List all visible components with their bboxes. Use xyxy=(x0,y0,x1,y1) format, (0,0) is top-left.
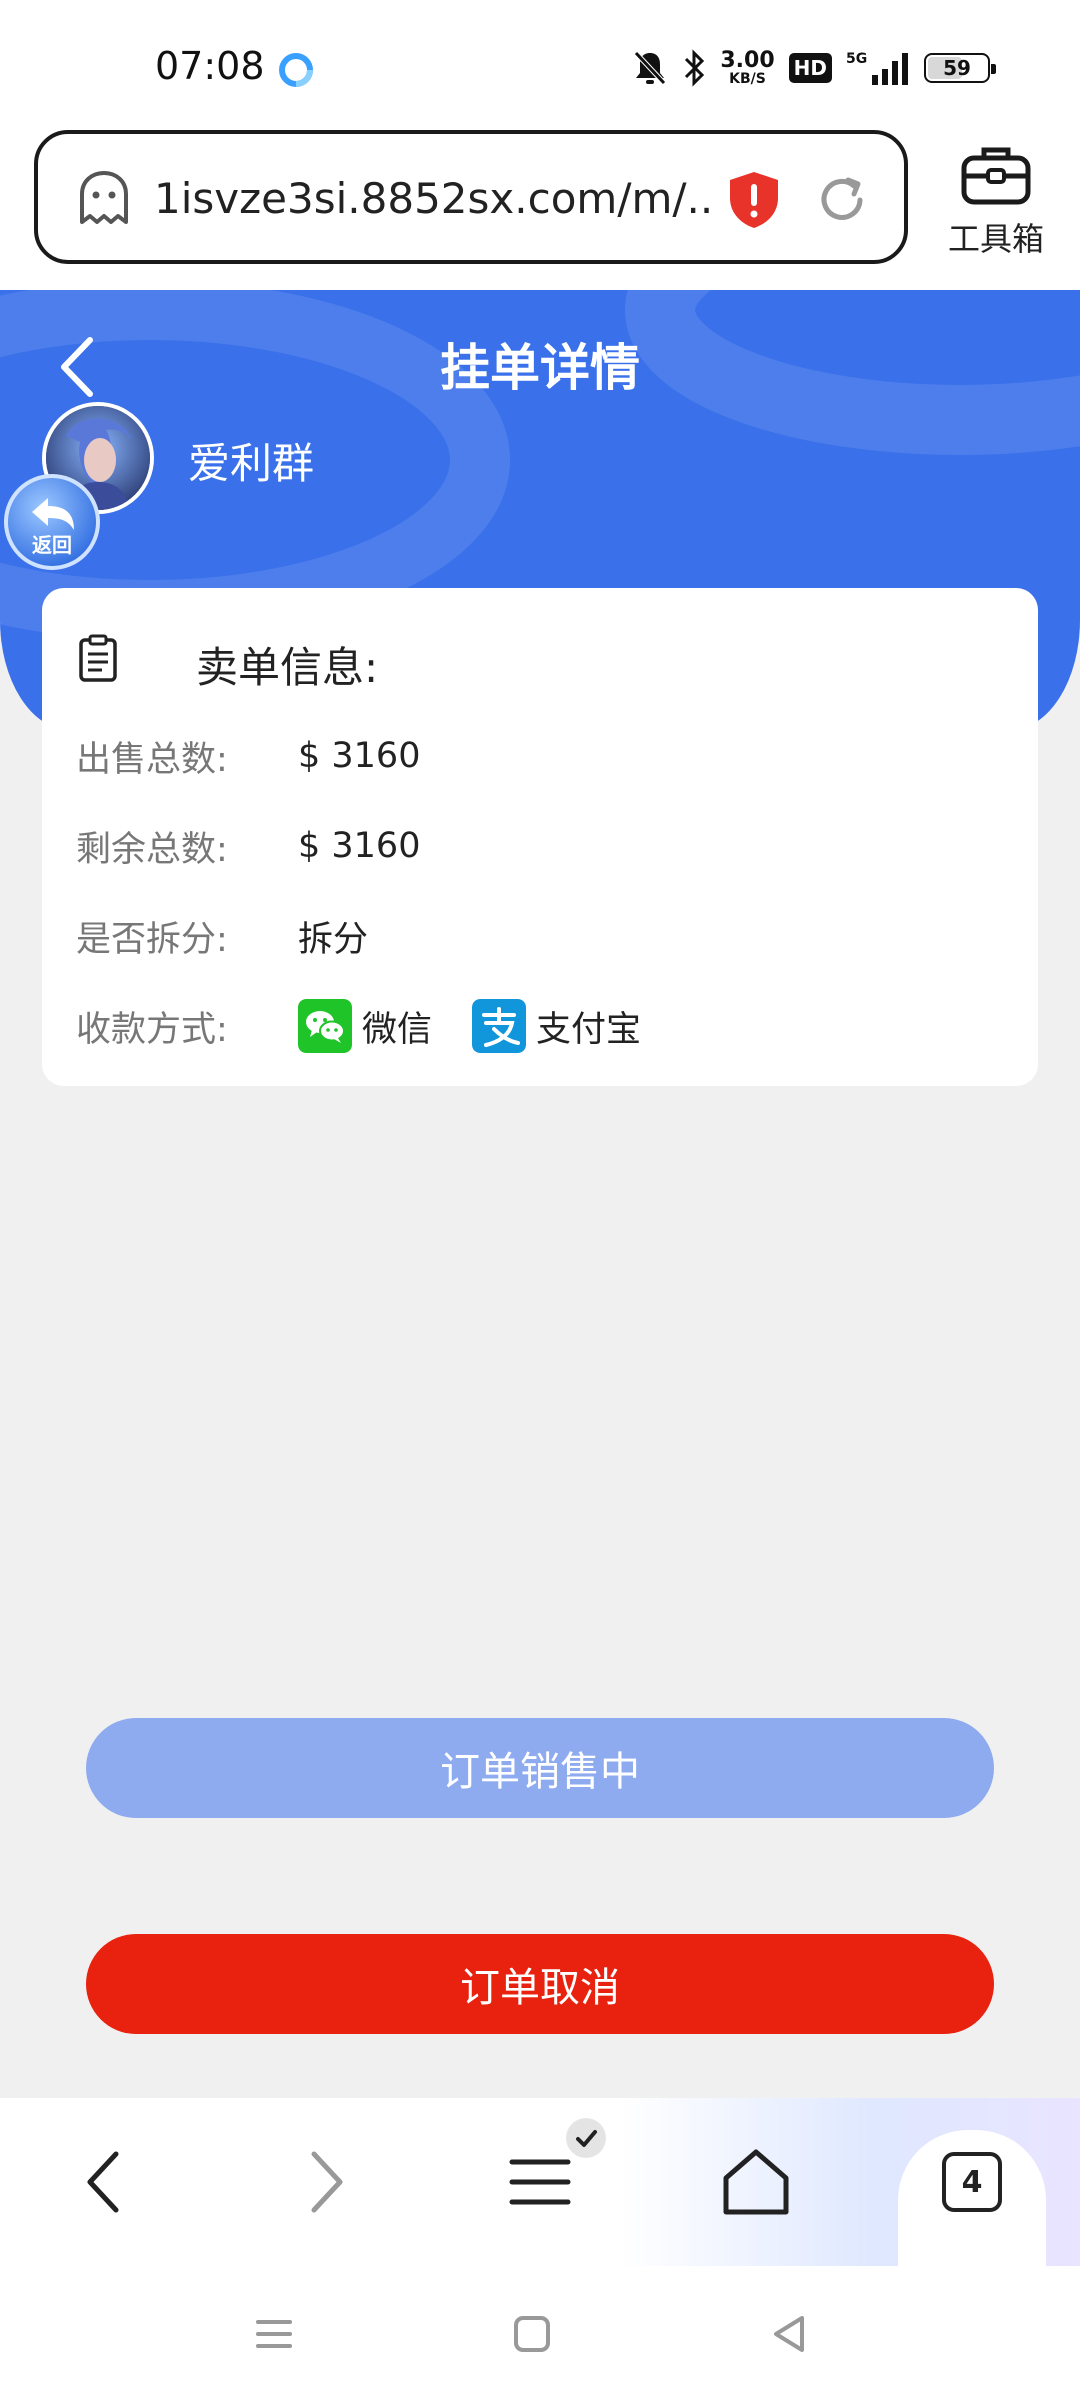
tabs-button[interactable]: 4 xyxy=(898,2130,1046,2266)
toolbox-icon xyxy=(961,147,1031,205)
payment-label-wechat: 微信 xyxy=(362,1009,433,1050)
info-label: 收款方式: xyxy=(76,1009,228,1050)
status-bar: 07:08 3.00 KB/S HD 5G 59 xyxy=(0,0,1080,130)
floating-back-button[interactable]: 返回 xyxy=(2,472,102,572)
signal-5g-icon: 5G xyxy=(846,51,908,85)
browser-address-row: 1isvze3si.8852sx.com/m/... 工具箱 xyxy=(0,130,1080,290)
system-home-icon[interactable] xyxy=(508,2310,556,2358)
reload-icon[interactable] xyxy=(814,172,870,228)
info-row-payment-methods: 收款方式: 微信 支付宝 xyxy=(76,996,681,1056)
browser-forward-icon[interactable] xyxy=(284,2142,364,2222)
security-warning-shield-icon[interactable] xyxy=(726,170,782,230)
card-title: 卖单信息: xyxy=(196,643,379,692)
browser-app-icon xyxy=(279,53,313,87)
browser-home-icon[interactable] xyxy=(716,2142,796,2222)
cancel-order-button[interactable]: 订单取消 xyxy=(86,1934,994,2034)
alipay-icon xyxy=(472,999,527,1053)
order-selling-status-button[interactable]: 订单销售中 xyxy=(86,1718,994,1818)
browser-back-icon[interactable] xyxy=(66,2142,146,2222)
check-badge-icon xyxy=(566,2118,606,2158)
payment-method-alipay: 支付宝 xyxy=(472,999,641,1053)
user-name: 爱利群 xyxy=(188,439,315,488)
sell-order-info-card: 卖单信息: 出售总数: $ 3160 剩余总数: $ 3160 是否拆分: 拆分… xyxy=(42,588,1038,1086)
browser-menu-icon[interactable] xyxy=(500,2142,580,2222)
info-label: 是否拆分: xyxy=(76,919,228,960)
page-title: 挂单详情 xyxy=(440,339,640,397)
payment-method-wechat: 微信 xyxy=(298,999,432,1053)
recent-apps-icon[interactable] xyxy=(250,2310,298,2358)
wechat-icon xyxy=(298,999,352,1053)
url-text[interactable]: 1isvze3si.8852sx.com/m/... xyxy=(154,174,714,223)
info-row-split: 是否拆分: 拆分 xyxy=(76,906,368,966)
hd-badge: HD xyxy=(788,53,832,83)
info-value: 拆分 xyxy=(298,919,369,960)
toolbox-label: 工具箱 xyxy=(947,220,1044,258)
battery-indicator: 59 xyxy=(924,53,996,83)
browser-bottom-toolbar: 4 xyxy=(0,2098,1080,2266)
status-time: 07:08 xyxy=(155,44,265,88)
toolbox-button[interactable]: 工具箱 xyxy=(940,144,1052,260)
payment-label-alipay: 支付宝 xyxy=(536,1009,642,1050)
mute-bell-icon xyxy=(634,51,667,85)
info-row-remaining: 剩余总数: $ 3160 xyxy=(76,816,420,876)
address-bar[interactable]: 1isvze3si.8852sx.com/m/... xyxy=(34,130,908,264)
clipboard-icon xyxy=(79,634,117,682)
system-back-icon[interactable] xyxy=(766,2310,814,2358)
system-navigation-bar xyxy=(0,2266,1080,2400)
info-label: 出售总数: xyxy=(76,739,228,780)
tab-count: 4 xyxy=(942,2152,1002,2212)
bluetooth-icon xyxy=(685,49,705,87)
svg-text:5G: 5G xyxy=(846,51,867,67)
ghost-privacy-icon[interactable] xyxy=(74,168,134,228)
info-value: $ 3160 xyxy=(298,826,421,866)
network-speed: 3.00 KB/S xyxy=(720,48,775,87)
info-row-total-sold: 出售总数: $ 3160 xyxy=(76,726,420,786)
info-label: 剩余总数: xyxy=(76,829,228,870)
svg-text:返回: 返回 xyxy=(32,533,72,557)
info-value: $ 3160 xyxy=(298,736,421,776)
